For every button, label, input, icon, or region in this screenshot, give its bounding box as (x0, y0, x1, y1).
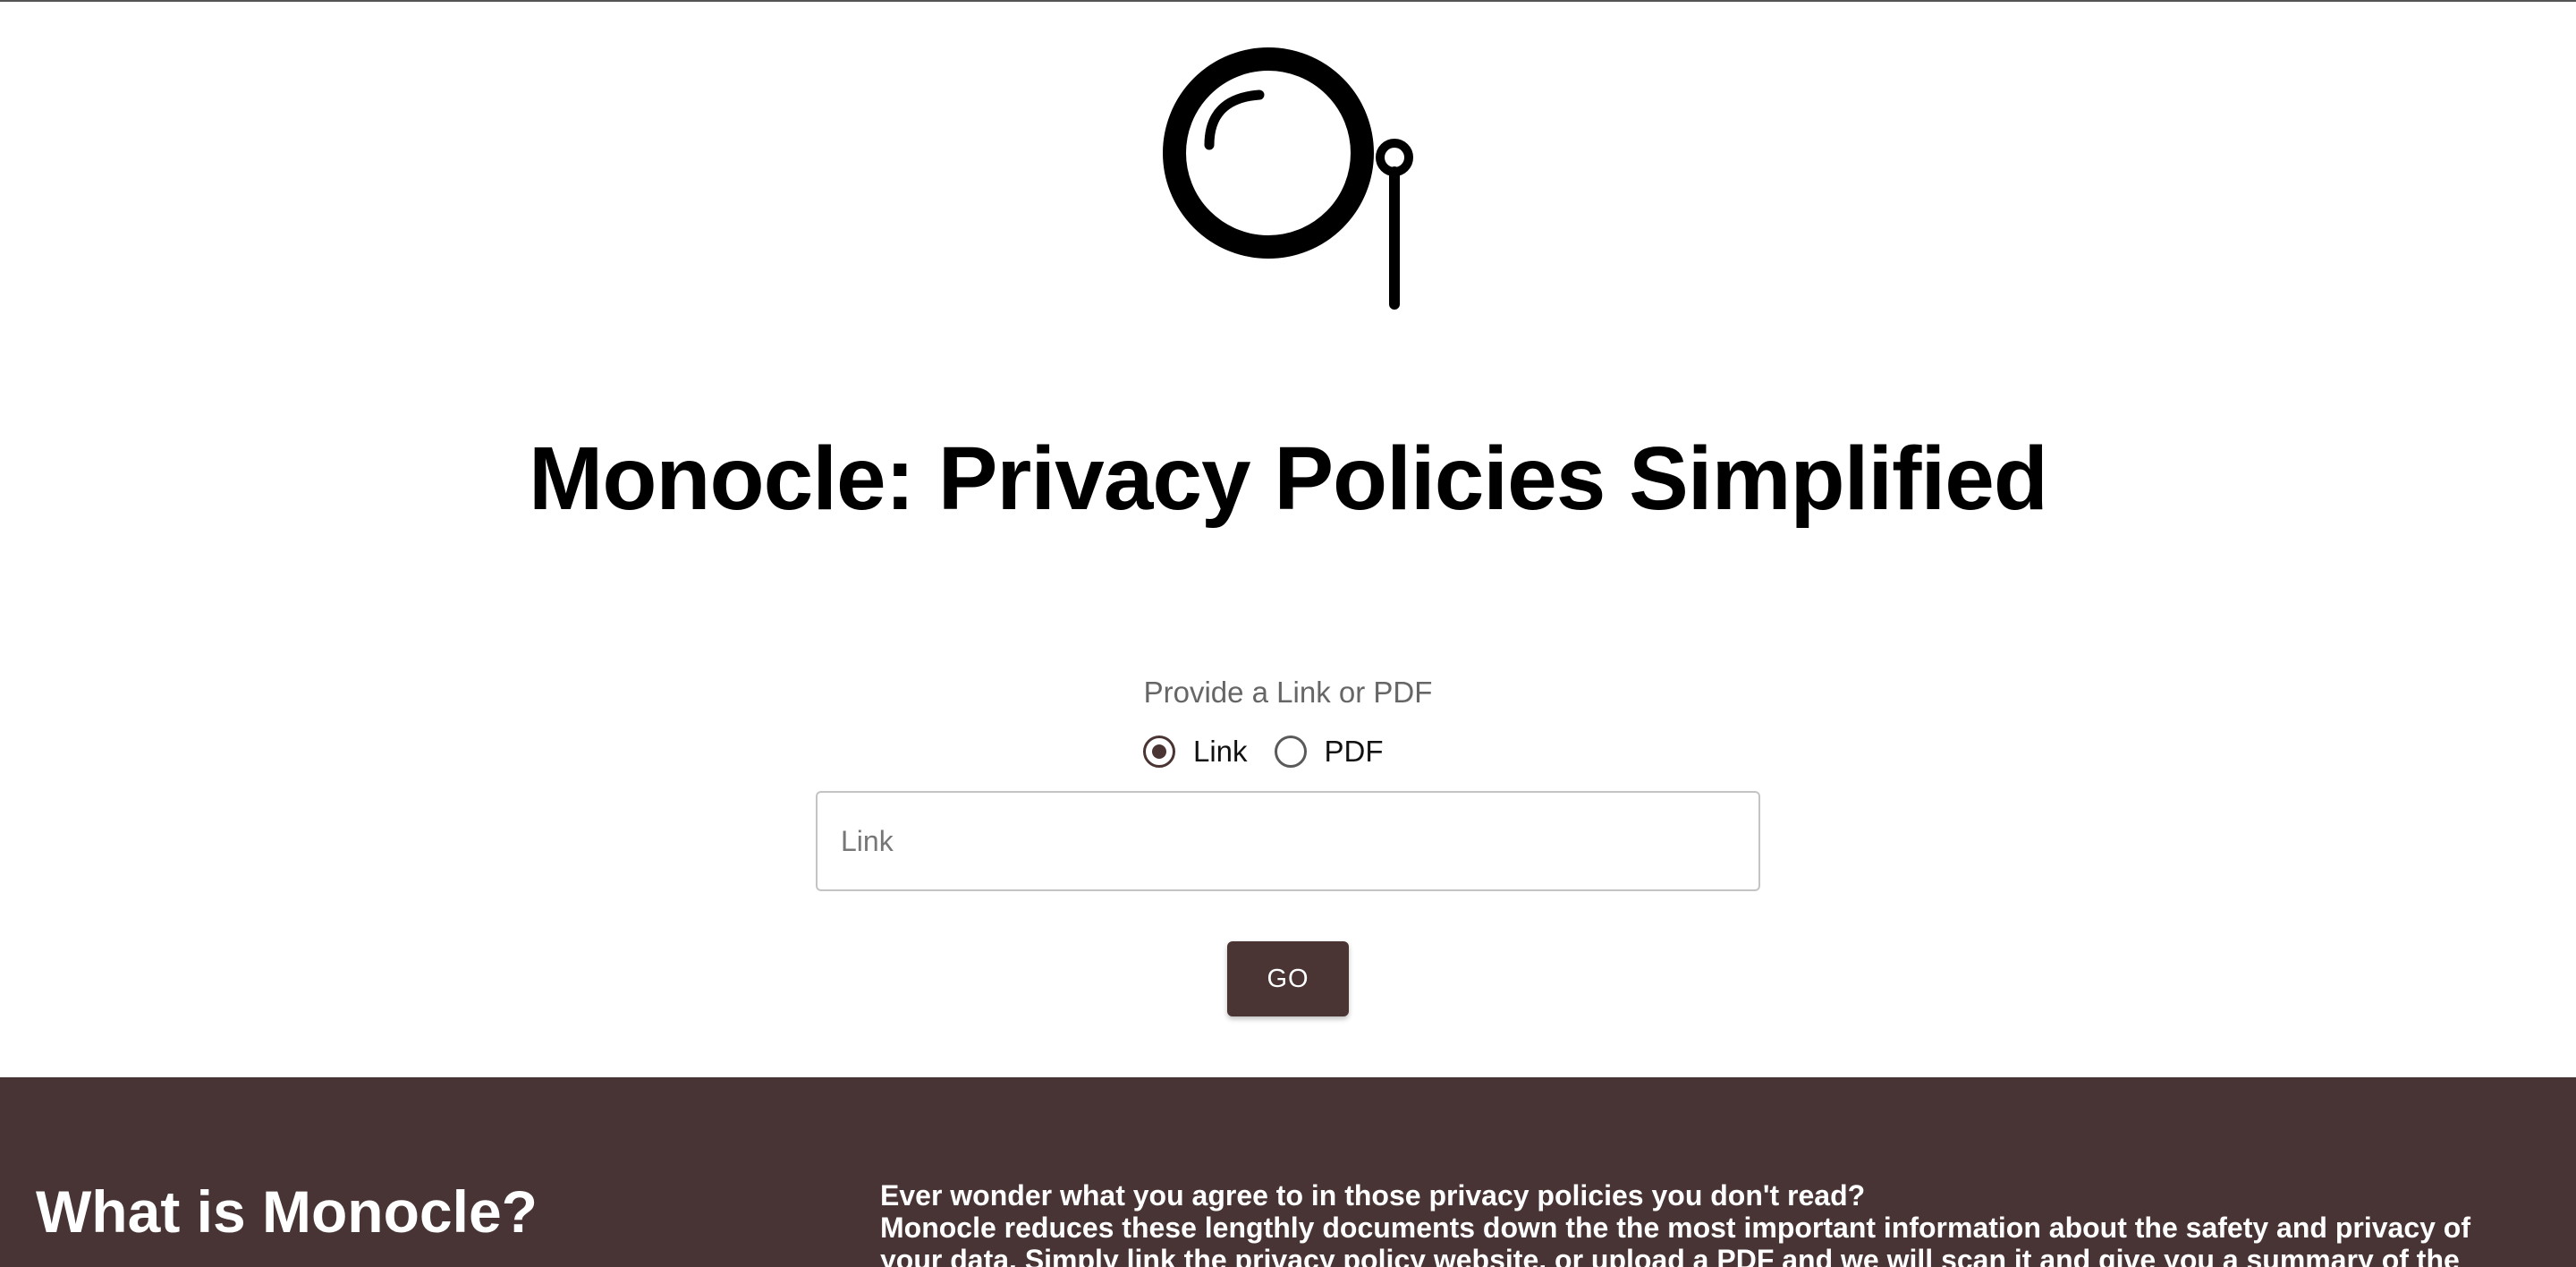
about-heading: What is Monocle? (36, 1178, 538, 1245)
about-lead: Ever wonder what you agree to in those p… (880, 1179, 1866, 1212)
radio-label-pdf: PDF (1324, 735, 1384, 768)
radio-pdf-unchecked[interactable] (1274, 736, 1307, 768)
radio-link-checked[interactable] (1143, 736, 1175, 768)
radio-option-pdf[interactable]: PDF (1274, 735, 1384, 769)
input-type-prompt: Provide a Link or PDF (1143, 676, 1433, 709)
radio-label-link: Link (1193, 735, 1248, 768)
hero-section: Monocle: Privacy Policies Simplified Pro… (0, 2, 2576, 1076)
page-title: Monocle: Privacy Policies Simplified (529, 429, 2048, 529)
link-input[interactable] (816, 791, 1760, 891)
monocle-icon (1163, 47, 1413, 310)
about-description: Ever wonder what you agree to in those p… (880, 1179, 2517, 1267)
radio-option-link[interactable]: Link (1143, 735, 1248, 769)
about-section: What is Monocle? Ever wonder what you ag… (0, 1077, 2576, 1267)
page: Monocle: Privacy Policies Simplified Pro… (0, 0, 2576, 1267)
go-button[interactable]: GO (1227, 941, 1349, 1016)
input-type-radio-group: Link PDF (1143, 732, 1411, 771)
about-body-text: Monocle reduces these lengthly documents… (880, 1212, 2470, 1267)
